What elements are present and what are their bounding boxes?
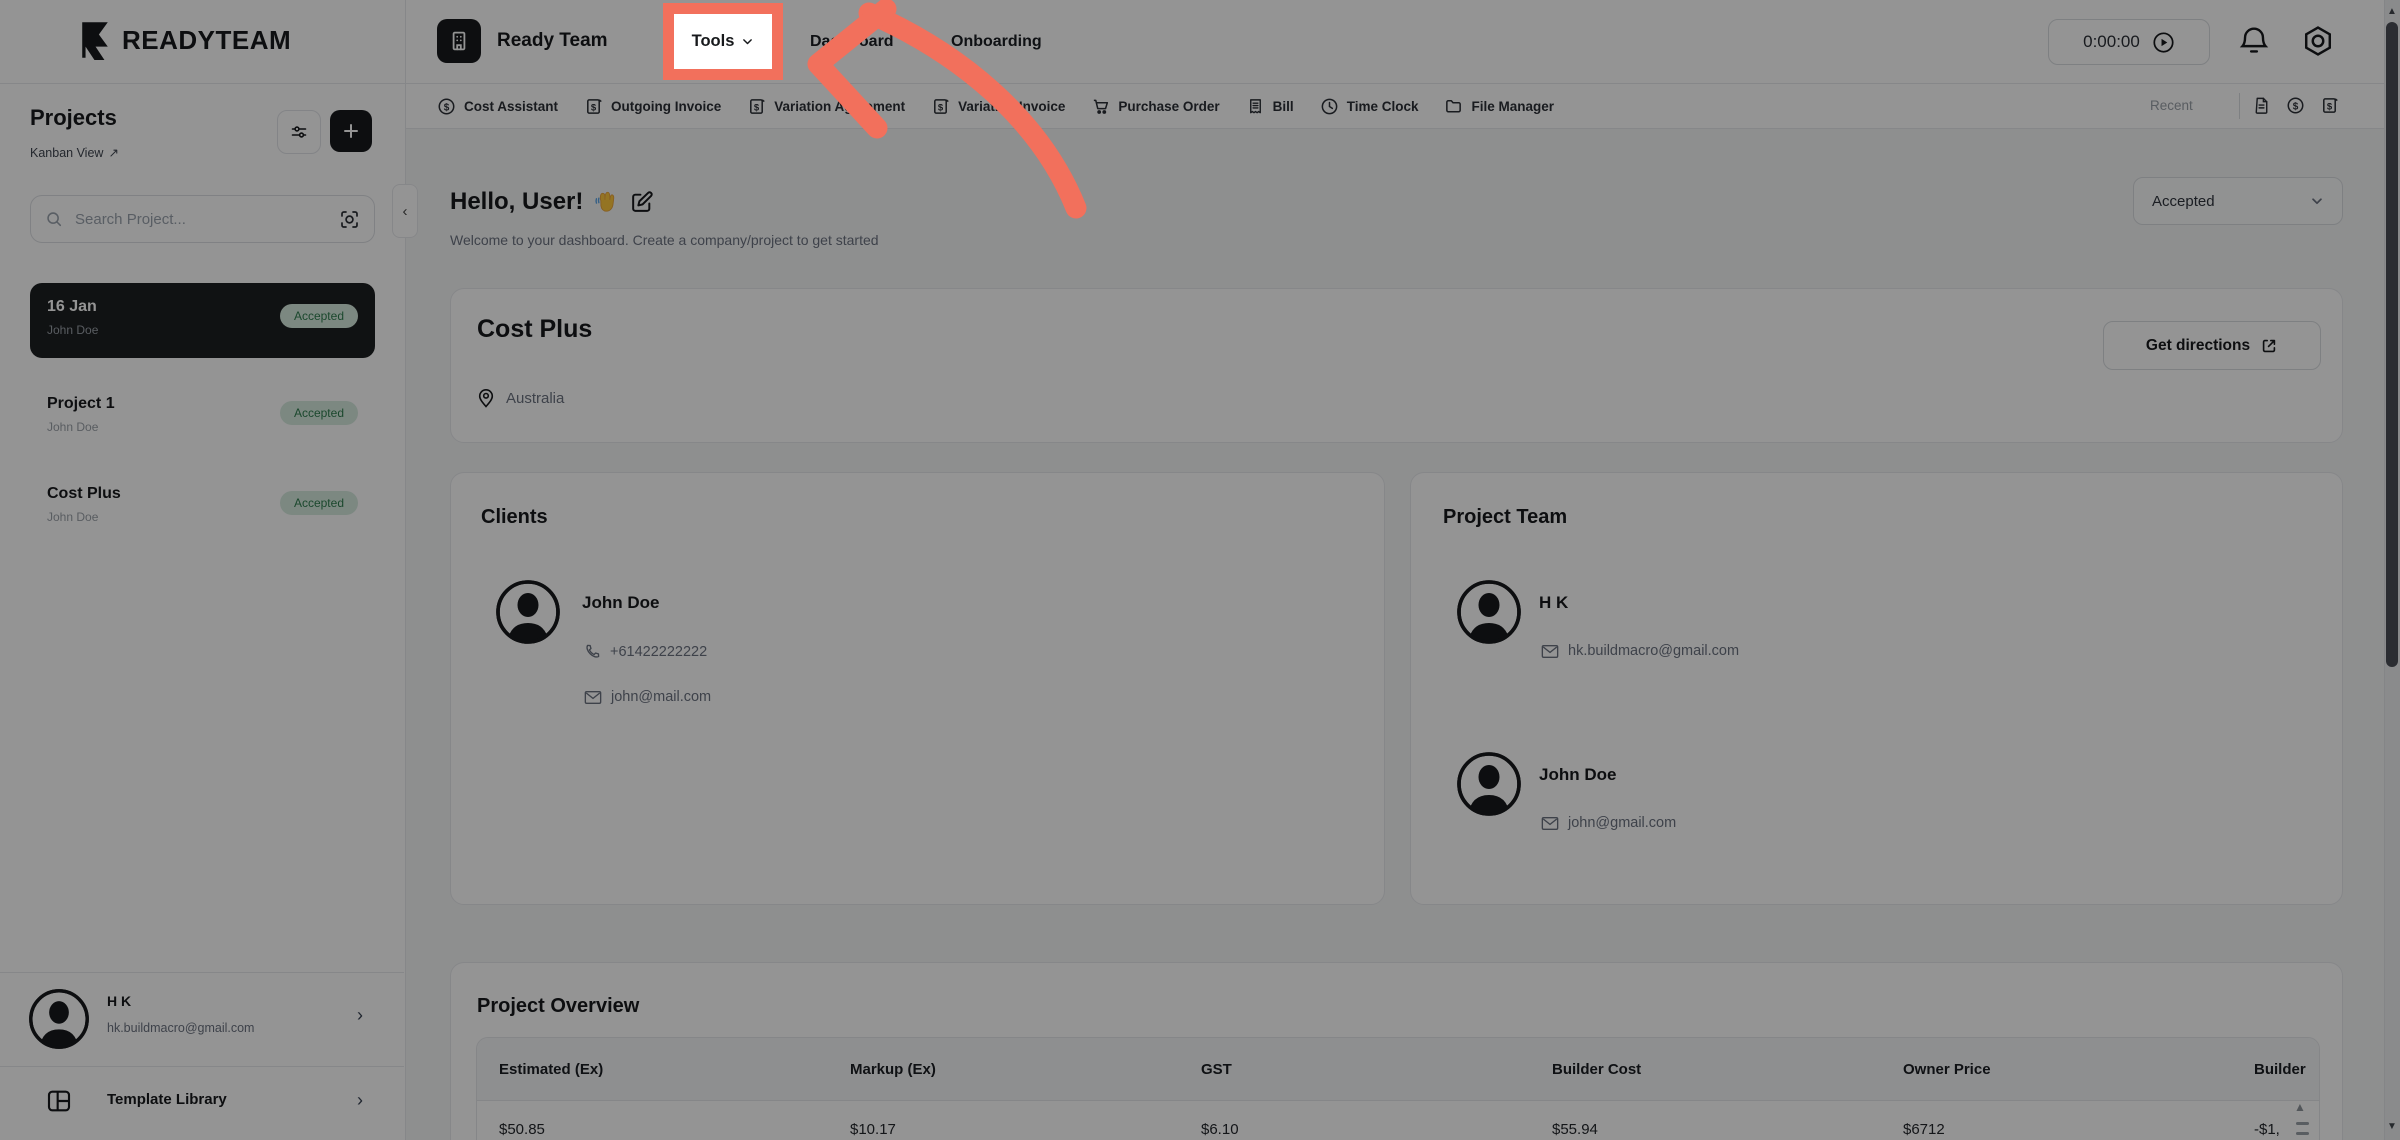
nav-tools-label: Tools	[692, 32, 735, 51]
chevron-down-icon	[741, 35, 754, 48]
nav-tools-button[interactable]: Tools	[663, 3, 783, 80]
dim-overlay	[0, 0, 2400, 1140]
app-screen: READYTEAM Ready Team Dashboard Onboardin…	[0, 0, 2400, 1140]
